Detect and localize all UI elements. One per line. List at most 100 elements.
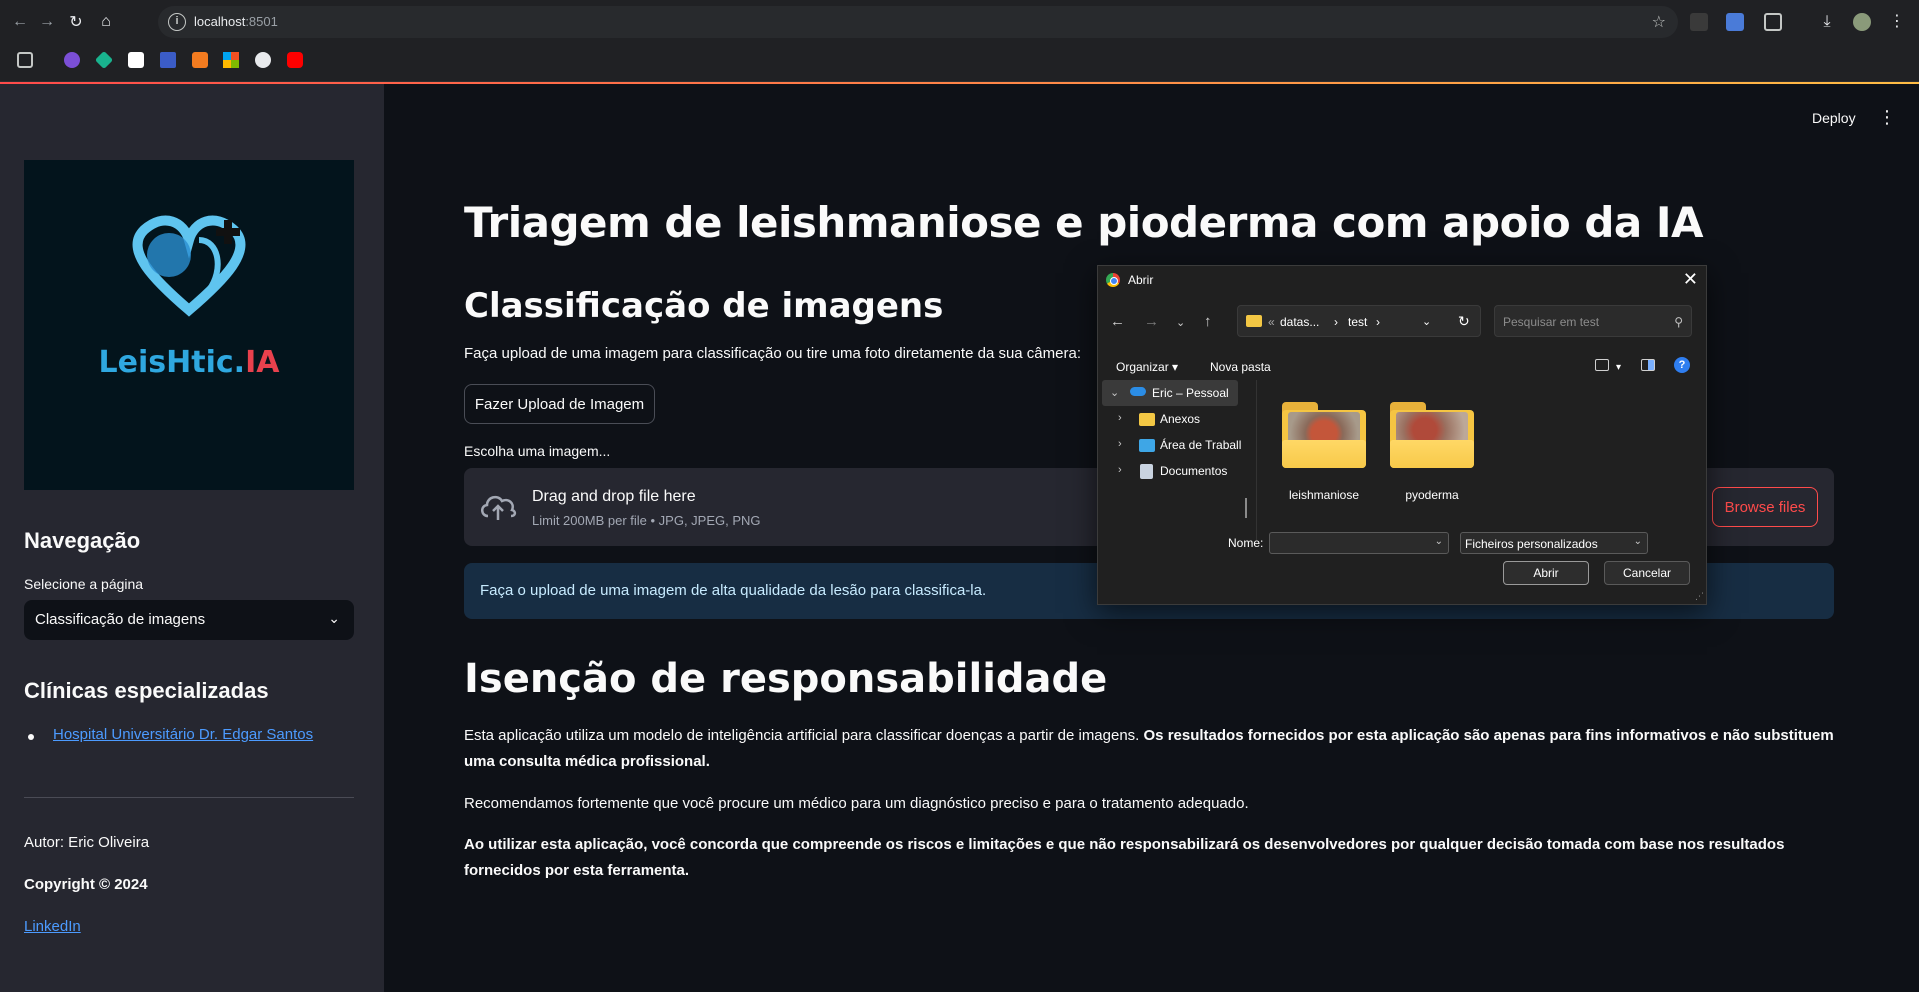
search-icon: ⚲ (1674, 315, 1683, 329)
page-title: Triagem de leishmaniose e pioderma com a… (464, 198, 1703, 247)
desktop-icon (1139, 439, 1155, 452)
profile-avatar[interactable] (1853, 13, 1871, 31)
site-info-icon[interactable]: i (168, 13, 186, 31)
folder-icon (1246, 315, 1262, 327)
dropzone-limit: Limit 200MB per file • JPG, JPEG, PNG (532, 513, 761, 528)
download-icon[interactable]: ⤓ (1818, 13, 1836, 31)
copyright-text: Copyright © 2024 (24, 876, 148, 893)
folder-front (1390, 440, 1474, 468)
dropzone-title: Drag and drop file here (532, 488, 696, 505)
medium-icon[interactable] (128, 52, 144, 68)
page-select-label: Selecione a página (24, 576, 144, 592)
open-button[interactable]: Abrir (1503, 561, 1589, 585)
microsoft-icon[interactable] (223, 52, 239, 68)
new-folder-button[interactable]: Nova pasta (1210, 360, 1271, 374)
forward-arrow-icon[interactable]: → (1144, 313, 1159, 330)
bookmark-1-icon[interactable] (64, 52, 80, 68)
uploader-label: Escolha uma imagem... (464, 443, 611, 459)
chevron-down-icon[interactable]: ⌄ (1435, 536, 1443, 547)
view-options-icon[interactable] (1595, 359, 1609, 371)
disclaimer-title: Isenção de responsabilidade (464, 656, 1108, 702)
back-icon[interactable]: ← (8, 10, 32, 34)
heart-brain-logo-icon (132, 215, 246, 317)
disclaimer-paragraph-3: Ao utilizar esta aplicação, você concord… (464, 836, 1785, 879)
github-icon[interactable] (255, 52, 271, 68)
help-icon[interactable]: ? (1674, 357, 1690, 373)
tree-item-desktop[interactable]: Área de Traball (1160, 438, 1241, 452)
dialog-title: Abrir (1128, 273, 1154, 287)
preview-pane-icon[interactable] (1641, 359, 1655, 371)
refresh-icon[interactable]: ↻ (1458, 313, 1470, 330)
folder-label-pyoderma[interactable]: pyoderma (1382, 488, 1482, 502)
path-segment-test[interactable]: test (1348, 315, 1367, 329)
apps-grid-icon[interactable] (17, 52, 33, 68)
path-dropdown-icon[interactable]: ⌄ (1422, 315, 1431, 328)
disclaimer-paragraph-1: Esta aplicação utiliza um modelo de inte… (464, 727, 1834, 770)
linkedin-link[interactable]: LinkedIn (24, 918, 81, 935)
upload-image-button[interactable]: Fazer Upload de Imagem (464, 384, 655, 424)
main-menu-icon[interactable]: ⋮ (1878, 108, 1896, 126)
page-select[interactable]: Classificação de imagens ⌄ (24, 600, 354, 640)
logo-text: LeisHtic.IA (98, 345, 280, 380)
path-separator: › (1334, 315, 1338, 329)
file-type-select[interactable]: Ficheiros personalizados ⌄ (1460, 532, 1648, 554)
chevron-down-icon: ⌄ (328, 610, 340, 626)
tree-item-anexos[interactable]: Anexos (1160, 412, 1200, 426)
path-segment-dataset[interactable]: datas... (1280, 315, 1319, 329)
address-bar[interactable]: i localhost:8501 ☆ (158, 6, 1678, 38)
author-text: Autor: Eric Oliveira (24, 834, 150, 851)
organize-menu[interactable]: Organizar ▾ (1116, 360, 1178, 374)
deploy-button[interactable]: Deploy (1812, 110, 1856, 126)
close-icon[interactable]: ✕ (1683, 269, 1698, 290)
chevron-right-icon[interactable]: › (1118, 464, 1122, 476)
folder-label-leishmaniose[interactable]: leishmaniose (1274, 488, 1374, 502)
tree-item-documents[interactable]: Documentos (1160, 464, 1227, 478)
chevron-down-icon[interactable]: ⌄ (1110, 386, 1119, 399)
folder-front (1282, 440, 1366, 468)
intro-text: Faça upload de uma imagem para classific… (464, 345, 1081, 362)
search-placeholder: Pesquisar em test (1503, 315, 1600, 329)
folder-icon (1139, 413, 1155, 426)
recent-locations-icon[interactable]: ⌄ (1176, 316, 1185, 329)
pane-divider[interactable] (1256, 380, 1257, 540)
tree-item-onedrive[interactable]: Eric – Pessoal (1152, 386, 1229, 400)
path-overflow[interactable]: « (1268, 315, 1275, 329)
dialog-search-input[interactable]: Pesquisar em test ⚲ (1494, 305, 1692, 337)
extension-icon[interactable] (1690, 13, 1708, 31)
home-icon[interactable]: ⌂ (94, 10, 118, 34)
path-separator: › (1376, 315, 1380, 329)
file-name-label: Nome: (1228, 536, 1264, 550)
reload-icon[interactable]: ↻ (64, 10, 88, 34)
url-text: localhost:8501 (194, 14, 278, 29)
back-arrow-icon[interactable]: ← (1110, 313, 1125, 330)
folder-leishmaniose[interactable] (1282, 402, 1366, 470)
folder-pyoderma[interactable] (1390, 402, 1474, 470)
extensions-puzzle-icon[interactable] (1764, 13, 1782, 31)
clinic-link[interactable]: Hospital Universitário Dr. Edgar Santos (53, 726, 313, 743)
forward-icon[interactable]: → (35, 10, 59, 34)
documents-icon (1140, 464, 1153, 479)
chevron-down-icon: ⌄ (1633, 536, 1642, 547)
dialog-titlebar[interactable]: Abrir ✕ (1098, 266, 1706, 294)
browse-files-button[interactable]: Browse files (1712, 487, 1818, 527)
chevron-right-icon[interactable]: › (1118, 412, 1122, 424)
bookmark-star-icon[interactable]: ☆ (1652, 12, 1666, 32)
page-select-value: Classificação de imagens (35, 611, 206, 628)
bookmark-5-icon[interactable] (192, 52, 208, 68)
translate-extension-icon[interactable] (1726, 13, 1744, 31)
chevron-right-icon[interactable]: › (1118, 438, 1122, 450)
onedrive-icon (1130, 387, 1146, 396)
section-title: Classificação de imagens (464, 286, 944, 326)
file-name-input[interactable]: ⌄ (1269, 532, 1449, 554)
nav-pane-scrollbar[interactable] (1245, 498, 1247, 518)
list-bullet (28, 734, 34, 740)
chrome-menu-icon[interactable]: ⋮ (1888, 13, 1906, 31)
view-dropdown-icon[interactable]: ▾ (1616, 362, 1621, 373)
path-bar[interactable]: « datas... › test › ⌄ ↻ (1237, 305, 1481, 337)
cancel-button[interactable]: Cancelar (1604, 561, 1690, 585)
up-arrow-icon[interactable]: ↑ (1204, 313, 1212, 330)
youtube-icon[interactable] (287, 52, 303, 68)
resize-grip-icon[interactable]: ⋰ (1695, 591, 1704, 602)
nav-heading: Navegação (24, 528, 141, 553)
bookmark-4-icon[interactable] (160, 52, 176, 68)
